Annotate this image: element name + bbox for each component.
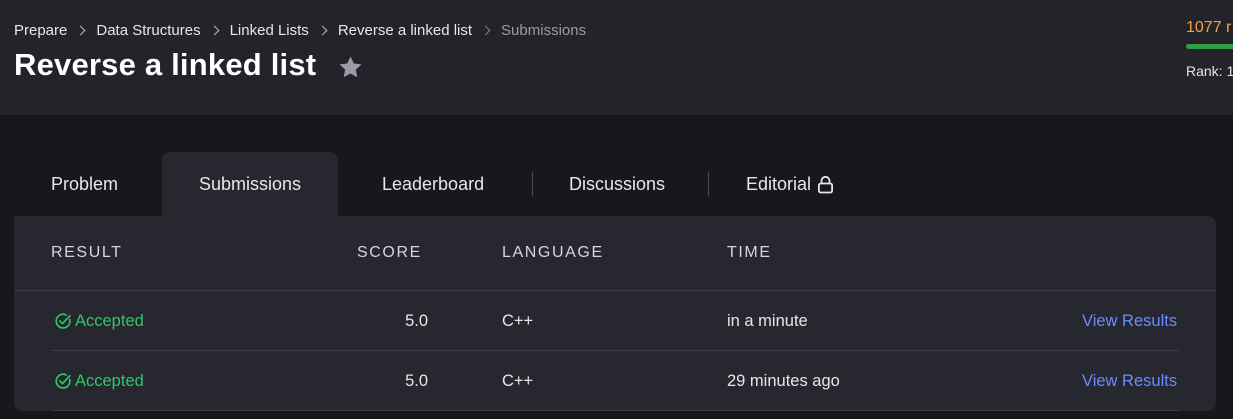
star-icon[interactable] [337, 54, 364, 81]
table-row: Accepted 5.0 C++ 29 minutes ago View Res… [14, 351, 1216, 411]
tab-editorial-label: Editorial [746, 173, 812, 194]
tab-submissions[interactable]: Submissions [162, 152, 339, 216]
time-cell: in a minute [727, 311, 808, 330]
view-results-link[interactable]: View Results [1082, 291, 1177, 351]
page-title: Reverse a linked list [14, 47, 317, 82]
column-header-score: SCORE [357, 244, 422, 261]
check-circle-icon [55, 373, 71, 389]
language-cell: C++ [502, 371, 534, 390]
result-accepted: Accepted [54, 351, 144, 411]
tab-divider [708, 172, 709, 196]
table-row: Accepted 5.0 C++ in a minute View Result… [14, 291, 1216, 351]
score-cell: 5.0 [405, 371, 428, 390]
header-bar: Prepare Data Structures Linked Lists Rev… [0, 0, 1233, 115]
breadcrumb-prepare[interactable]: Prepare [14, 22, 67, 39]
score-cell: 5.0 [405, 311, 428, 330]
check-circle-icon [55, 313, 71, 329]
time-cell: 29 minutes ago [727, 371, 840, 390]
chevron-right-icon [209, 25, 220, 36]
result-label: Accepted [75, 371, 144, 390]
breadcrumb-data-structures[interactable]: Data Structures [96, 22, 200, 39]
view-results-link[interactable]: View Results [1082, 351, 1177, 411]
rank-label: Rank: 1 [1186, 63, 1233, 79]
chevron-right-icon [317, 25, 328, 36]
breadcrumb-linked-lists[interactable]: Linked Lists [230, 22, 309, 39]
submissions-table: RESULT SCORE LANGUAGE TIME Accepted 5.0 … [14, 216, 1216, 411]
breadcrumb-submissions: Submissions [501, 22, 587, 39]
column-header-language: LANGUAGE [502, 244, 604, 261]
language-cell: C++ [502, 311, 534, 330]
column-header-result: RESULT [51, 244, 123, 261]
result-accepted: Accepted [54, 291, 144, 351]
row-divider [51, 410, 1179, 411]
tab-discussions[interactable]: Discussions [569, 152, 665, 216]
tab-editorial[interactable]: Editorial [746, 152, 834, 216]
tab-leaderboard[interactable]: Leaderboard [382, 152, 484, 216]
score-progress-bar [1186, 44, 1233, 49]
tab-bar: Problem Submissions Leaderboard Discussi… [14, 152, 1216, 216]
column-header-time: TIME [727, 244, 772, 261]
lock-icon [818, 175, 834, 193]
breadcrumb: Prepare Data Structures Linked Lists Rev… [14, 22, 586, 39]
tab-divider [532, 172, 533, 196]
breadcrumb-reverse-linked-list[interactable]: Reverse a linked list [338, 22, 472, 39]
chevron-right-icon [75, 25, 86, 36]
tab-problem[interactable]: Problem [51, 152, 118, 216]
result-label: Accepted [75, 311, 144, 330]
chevron-right-icon [480, 25, 491, 36]
score-value: 1077 r [1186, 19, 1232, 36]
profile-score: 1077 r Rank: 1 [1186, 19, 1233, 79]
